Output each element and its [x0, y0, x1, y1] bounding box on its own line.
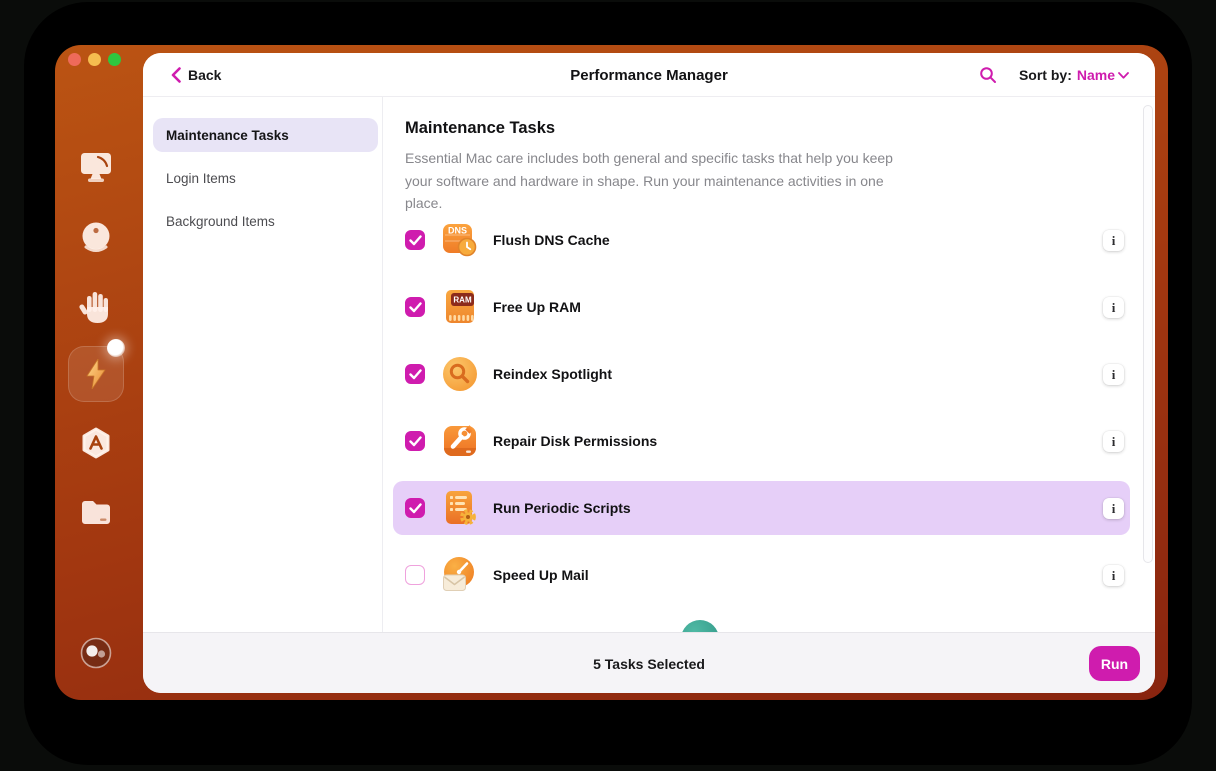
task-label: Free Up RAM — [493, 280, 581, 334]
info-button[interactable]: i — [1103, 431, 1124, 452]
check-icon — [409, 503, 422, 514]
info-button[interactable]: i — [1103, 498, 1124, 519]
task-label: Speed Up Mail — [493, 548, 589, 602]
task-label: Reindex Spotlight — [493, 347, 612, 401]
folder-icon — [79, 497, 113, 526]
footer-bar: 5 Tasks Selected Run — [143, 632, 1155, 693]
ram-chip-icon: RAM — [441, 288, 479, 326]
run-button[interactable]: Run — [1089, 646, 1140, 681]
nav-item-login-items[interactable]: Login Items — [153, 161, 378, 195]
task-checkbox[interactable] — [405, 431, 425, 451]
section-description: Essential Mac care includes both general… — [405, 147, 913, 215]
task-checkbox[interactable] — [405, 230, 425, 250]
magnifier-icon — [441, 355, 479, 393]
toolbar-right: Sort by: Name — [979, 53, 1129, 97]
svg-text:DNS: DNS — [448, 226, 467, 236]
svg-text:RAM: RAM — [453, 296, 472, 305]
tasks-selected-status: 5 Tasks Selected — [143, 633, 1155, 693]
sort-control: Sort by: Name — [1019, 67, 1129, 83]
minimize-button[interactable] — [88, 53, 101, 66]
task-row[interactable]: Run Periodic Scripts i — [393, 481, 1130, 535]
nav-item-background-items[interactable]: Background Items — [153, 204, 378, 238]
disk-wrench-icon — [441, 422, 479, 460]
nav-item-maintenance-tasks[interactable]: Maintenance Tasks — [153, 118, 378, 152]
search-icon[interactable] — [979, 66, 997, 84]
info-button[interactable]: i — [1103, 364, 1124, 385]
task-list: DNS Flush DNS Cache i — [393, 213, 1130, 615]
chevron-left-icon — [171, 67, 181, 83]
screenshot-stage: Back Performance Manager Sort by: Name — [0, 0, 1216, 771]
check-icon — [409, 369, 422, 380]
scrollbar-thumb[interactable] — [1143, 105, 1153, 563]
task-row[interactable]: Reindex Spotlight i — [393, 347, 1130, 401]
info-button[interactable]: i — [1103, 230, 1124, 251]
task-checkbox[interactable] — [405, 565, 425, 585]
task-row[interactable]: DNS Flush DNS Cache i — [393, 213, 1130, 267]
sidebar-item-applications[interactable] — [55, 427, 137, 459]
script-gear-icon — [441, 489, 479, 527]
nav-column: Maintenance Tasks Login Items Background… — [143, 97, 383, 632]
task-checkbox[interactable] — [405, 498, 425, 518]
desktop-icon — [78, 151, 114, 183]
notification-dot — [107, 339, 125, 357]
toolbar: Back Performance Manager Sort by: Name — [143, 53, 1155, 97]
sort-value: Name — [1077, 67, 1115, 83]
task-label: Repair Disk Permissions — [493, 414, 657, 468]
applications-a-icon — [80, 427, 112, 459]
task-row[interactable]: Repair Disk Permissions i — [393, 414, 1130, 468]
sidebar-item-files[interactable] — [55, 497, 137, 526]
check-icon — [409, 235, 422, 246]
task-row[interactable]: Speed Up Mail i — [393, 548, 1130, 602]
chevron-down-icon — [1118, 72, 1129, 79]
info-button[interactable]: i — [1103, 565, 1124, 586]
info-button[interactable]: i — [1103, 297, 1124, 318]
content-panel: Back Performance Manager Sort by: Name — [143, 53, 1155, 693]
mail-speedometer-icon — [441, 556, 479, 594]
sidebar-item-assistant[interactable] — [55, 636, 137, 670]
lightning-icon — [84, 359, 108, 389]
sidebar-item-protection[interactable] — [55, 222, 137, 254]
sort-by-label: Sort by: — [1019, 67, 1072, 83]
check-icon — [409, 302, 422, 313]
check-icon — [409, 436, 422, 447]
back-label: Back — [188, 67, 221, 83]
app-window: Back Performance Manager Sort by: Name — [55, 45, 1168, 700]
task-checkbox[interactable] — [405, 364, 425, 384]
maximize-button[interactable] — [108, 53, 121, 66]
task-label: Flush DNS Cache — [493, 213, 610, 267]
sidebar-item-privacy[interactable] — [55, 289, 137, 325]
dns-clock-icon: DNS — [441, 221, 479, 259]
main-content: Maintenance Tasks Essential Mac care inc… — [383, 97, 1155, 632]
task-label: Run Periodic Scripts — [493, 481, 631, 535]
back-button[interactable]: Back — [171, 53, 221, 97]
task-checkbox[interactable] — [405, 297, 425, 317]
sidebar-item-cleanup[interactable] — [55, 151, 137, 183]
sort-dropdown[interactable]: Name — [1077, 67, 1129, 83]
hand-icon — [79, 289, 113, 325]
section-heading: Maintenance Tasks — [405, 119, 555, 138]
close-button[interactable] — [68, 53, 81, 66]
task-row[interactable]: RAM Free Up RAM i — [393, 280, 1130, 334]
assistant-icon — [79, 636, 113, 670]
ball-icon — [79, 222, 113, 254]
